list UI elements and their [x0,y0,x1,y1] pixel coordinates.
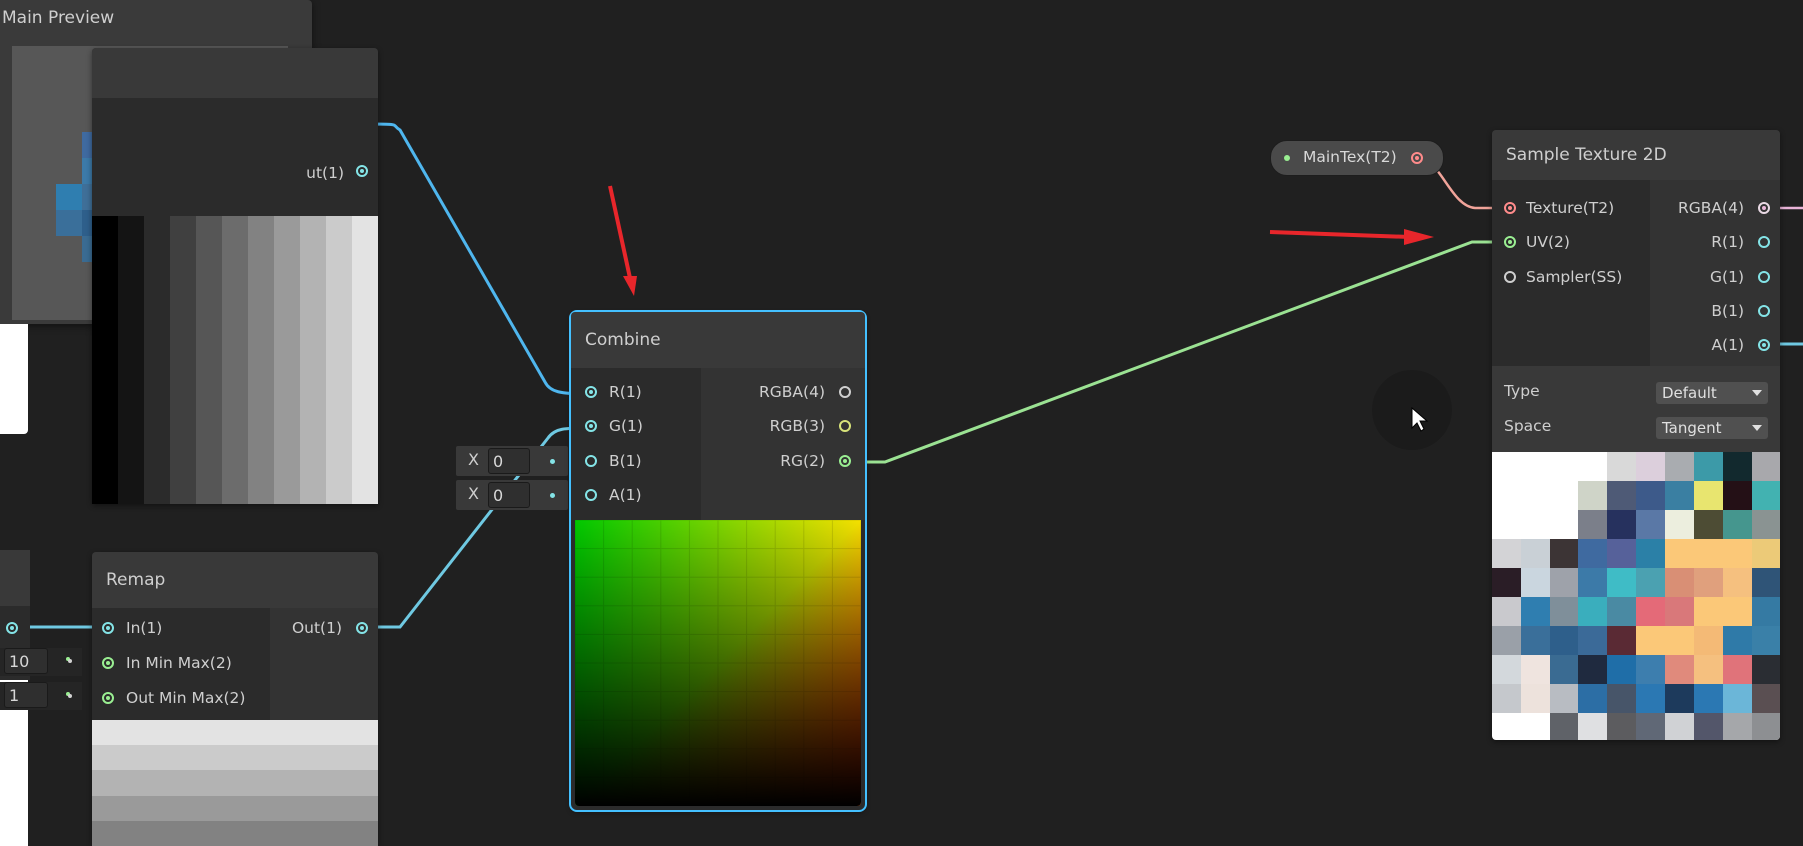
cursor-highlight [1372,370,1452,450]
main-preview-title: Main Preview [2,8,115,28]
annotation-arrow-icon [1269,229,1434,245]
combine-g-port[interactable] [585,420,597,432]
sample-r-label: R(1) [1711,233,1744,251]
sample-a-port[interactable] [1758,339,1770,351]
hidden-node-out-port[interactable] [356,165,368,177]
sample-r-port[interactable] [1758,236,1770,248]
remap-in-min-max-field-dot [66,657,72,663]
remap-out-label: Out(1) [291,619,342,637]
sample-g-label: G(1) [1710,268,1744,286]
maintex-indicator [1284,155,1290,161]
combine-node[interactable]: Combine R(1) G(1) B(1) A(1) RGBA(4) RGB(… [569,310,867,812]
sample-texture-preview [1492,452,1780,740]
sample-b-port[interactable] [1758,305,1770,317]
combine-b-field-dot [550,459,555,464]
hidden-node-out-label: ut(1) [306,164,344,182]
combine-a-port[interactable] [585,489,597,501]
sample-type-value: Default [1662,384,1717,402]
dropdown-caret-icon [1752,390,1762,396]
combine-a-field[interactable]: 0 [488,482,530,508]
combine-b-port[interactable] [585,455,597,467]
maintex-out-port[interactable] [1411,152,1423,164]
combine-a-field-dot [550,493,555,498]
sample-rgba-port[interactable] [1758,202,1770,214]
combine-r-port[interactable] [585,386,597,398]
sample-b-label: B(1) [1711,302,1744,320]
remap-in-min-max-port[interactable] [102,657,114,669]
combine-title: Combine [571,312,865,368]
sample-rgba-label: RGBA(4) [1678,199,1744,217]
sample-sampler-label: Sampler(SS) [1526,268,1623,286]
sample-space-value: Tangent [1662,419,1722,437]
remap-out-min-max-field[interactable]: 1 [4,682,48,708]
remap-title: Remap [92,552,378,608]
sample-type-label: Type [1504,382,1540,400]
sample-texture-input-label: Texture(T2) [1526,199,1615,217]
sample-type-dropdown[interactable]: Default [1656,382,1768,404]
left-node-out-port[interactable] [6,622,18,634]
remap-out-port[interactable] [356,622,368,634]
combine-g-label: G(1) [609,417,643,435]
combine-a-label: A(1) [609,486,642,504]
remap-in-label: In(1) [126,619,163,637]
maintex-property-node[interactable]: MainTex(T2) [1270,140,1444,176]
combine-rgba-label: RGBA(4) [759,383,825,401]
combine-b-field[interactable]: 0 [488,448,530,474]
sample-texture-pixels [1492,452,1780,740]
remap-in-port[interactable] [102,622,114,634]
combine-rg-port[interactable] [839,455,851,467]
remap-node[interactable]: Remap In(1) In Min Max(2) Out Min Max(2)… [92,552,378,846]
sample-space-label: Space [1504,417,1552,435]
remap-preview-gradient [92,720,378,846]
combine-a-field-wrap: X 0 [456,480,568,510]
combine-b-axis-label: X [468,450,479,469]
combine-b-label: B(1) [609,452,642,470]
sample-texture-title: Sample Texture 2D [1492,130,1780,180]
sample-uv-port[interactable] [1504,236,1516,248]
sample-sampler-port[interactable] [1504,271,1516,283]
combine-preview-pixel-grid [575,520,861,806]
combine-rgb-port[interactable] [839,420,851,432]
combine-rgba-port[interactable] [839,386,851,398]
hidden-node-title [92,48,378,98]
dropdown-caret-icon [1752,425,1762,431]
remap-out-min-max-label: Out Min Max(2) [126,689,246,707]
combine-preview [575,520,861,806]
combine-a-axis-label: X [468,484,479,503]
sample-g-port[interactable] [1758,271,1770,283]
combine-rg-label: RG(2) [780,452,825,470]
sample-uv-label: UV(2) [1526,233,1570,251]
sample-texture-2d-node[interactable]: Sample Texture 2D Texture(T2) UV(2) Samp… [1492,130,1780,740]
remap-out-min-max-field-dot [66,692,72,698]
left-node-edge-header [0,550,30,606]
combine-r-label: R(1) [609,383,642,401]
sample-space-dropdown[interactable]: Tangent [1656,417,1768,439]
remap-in-min-max-label: In Min Max(2) [126,654,232,672]
maintex-label: MainTex(T2) [1303,148,1397,166]
combine-b-field-wrap: X 0 [456,446,568,476]
hidden-node-top-left[interactable]: ut(1) [92,48,378,504]
remap-in-min-max-field[interactable]: 10 [4,648,48,674]
hidden-node-preview-gradient [92,216,378,504]
wire-top-out-to-combine-r [359,122,591,396]
annotation-arrow-icon [608,185,637,296]
sample-texture-input-port[interactable] [1504,202,1516,214]
left-node-edge-top [0,324,28,434]
sample-a-label: A(1) [1711,336,1744,354]
combine-rgb-label: RGB(3) [769,417,825,435]
remap-out-min-max-port[interactable] [102,692,114,704]
sample-settings-panel [1492,366,1780,452]
